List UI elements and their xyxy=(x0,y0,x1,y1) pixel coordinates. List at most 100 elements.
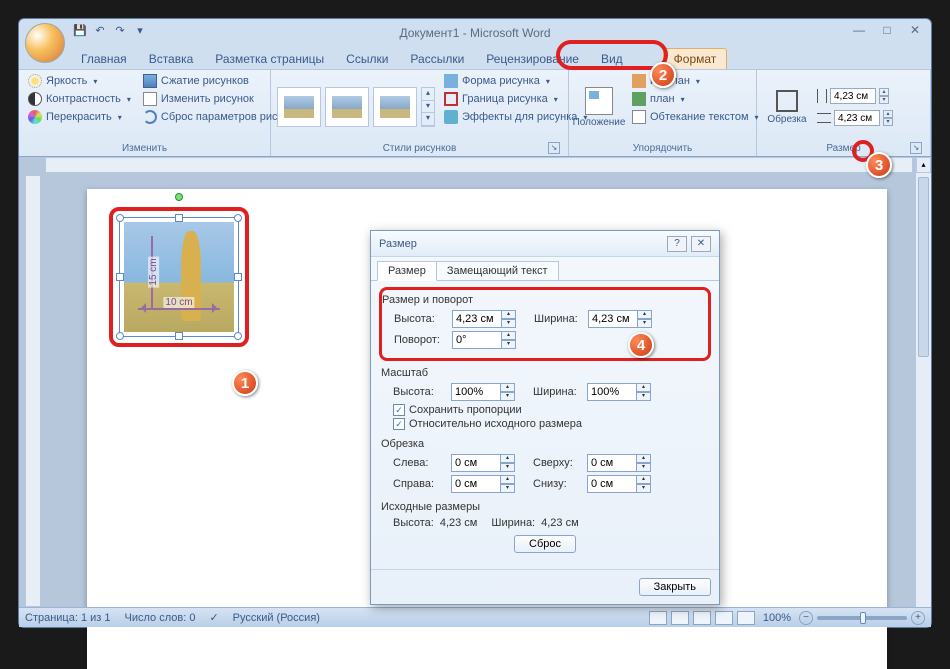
office-button[interactable] xyxy=(25,23,65,63)
minimize-button[interactable]: — xyxy=(849,23,869,39)
crop-left-field[interactable] xyxy=(451,454,501,472)
crop-left-spinner[interactable]: ▴▾ xyxy=(451,454,515,472)
crop-bottom-spinner[interactable]: ▴▾ xyxy=(587,475,651,493)
tab-references[interactable]: Ссылки xyxy=(336,49,398,69)
spinner-buttons[interactable]: ▴▾ xyxy=(883,110,893,126)
dialog-tab-alt-text[interactable]: Замещающий текст xyxy=(436,261,559,281)
zoom-slider-thumb[interactable] xyxy=(860,612,866,624)
resize-handle[interactable] xyxy=(234,332,242,340)
ruler-vertical[interactable] xyxy=(25,175,41,607)
tab-review[interactable]: Рецензирование xyxy=(476,49,589,69)
recolor-button[interactable]: Перекрасить▾ xyxy=(25,109,134,125)
style-thumb[interactable] xyxy=(277,87,321,127)
selected-image[interactable]: 10 cm 15 cm xyxy=(109,207,249,347)
crop-top-spinner[interactable]: ▴▾ xyxy=(587,454,651,472)
ribbon-group-label: Упорядочить xyxy=(575,141,750,156)
scale-group: Масштаб Высота: ▴▾ Ширина: ▴▾ ✓Сохранить… xyxy=(381,367,709,430)
tab-view[interactable]: Вид xyxy=(591,49,633,69)
style-thumb[interactable] xyxy=(373,87,417,127)
resize-handle[interactable] xyxy=(116,332,124,340)
view-draft[interactable] xyxy=(737,611,755,625)
style-thumb[interactable] xyxy=(325,87,369,127)
picture-style-gallery[interactable]: ▴▾▾ xyxy=(277,73,435,141)
close-button[interactable]: ✕ xyxy=(905,23,925,39)
scale-height-field[interactable] xyxy=(451,383,501,401)
tab-home[interactable]: Главная xyxy=(71,49,137,69)
width-spinner[interactable]: ▴▾ xyxy=(588,310,652,328)
tab-mailings[interactable]: Рассылки xyxy=(400,49,474,69)
original-size-group: Исходные размеры Высота: 4,23 см Ширина:… xyxy=(381,501,709,553)
spinner-buttons[interactable]: ▴▾ xyxy=(879,88,889,104)
redo-icon[interactable]: ↷ xyxy=(111,24,129,42)
styles-launcher[interactable]: ↘ xyxy=(548,142,560,154)
height-spinner[interactable]: ▴▾ xyxy=(452,310,516,328)
border-icon xyxy=(444,92,458,106)
resize-handle[interactable] xyxy=(175,214,183,222)
crop-right-label: Справа: xyxy=(393,478,445,490)
scale-height-spinner[interactable]: ▴▾ xyxy=(451,383,515,401)
checkbox-icon: ✓ xyxy=(393,404,405,416)
zoom-slider[interactable] xyxy=(817,616,907,620)
send-back-button[interactable]: план▾ xyxy=(629,91,762,107)
rotation-field[interactable] xyxy=(452,331,502,349)
crop-right-spinner[interactable]: ▴▾ xyxy=(451,475,515,493)
close-dialog-button[interactable]: Закрыть xyxy=(639,578,711,596)
height-input[interactable] xyxy=(830,88,876,104)
tab-insert[interactable]: Вставка xyxy=(139,49,204,69)
tab-page-layout[interactable]: Разметка страницы xyxy=(205,49,334,69)
status-page[interactable]: Страница: 1 из 1 xyxy=(25,612,111,624)
rotate-handle[interactable] xyxy=(175,193,183,201)
crop-top-field[interactable] xyxy=(587,454,637,472)
resize-handle[interactable] xyxy=(116,273,124,281)
view-web-layout[interactable] xyxy=(693,611,711,625)
save-icon[interactable]: 💾 xyxy=(71,24,89,42)
qat-more-icon[interactable]: ▾ xyxy=(131,24,149,42)
view-outline[interactable] xyxy=(715,611,733,625)
zoom-out-button[interactable]: − xyxy=(799,611,813,625)
bring-front-button[interactable]: ий план▾ xyxy=(629,73,762,89)
scroll-thumb[interactable] xyxy=(918,177,929,357)
ruler-horizontal[interactable] xyxy=(45,157,913,173)
size-launcher[interactable]: ↘ xyxy=(910,142,922,154)
width-field[interactable] xyxy=(588,310,638,328)
dialog-tab-size[interactable]: Размер xyxy=(377,261,437,281)
resize-handle[interactable] xyxy=(116,214,124,222)
rotation-spinner[interactable]: ▴▾ xyxy=(452,331,516,349)
resize-handle[interactable] xyxy=(234,214,242,222)
width-input[interactable] xyxy=(834,110,880,126)
zoom-level[interactable]: 100% xyxy=(763,612,791,624)
crop-right-field[interactable] xyxy=(451,475,501,493)
dialog-close-button[interactable]: ✕ xyxy=(691,236,711,252)
crop-button[interactable]: Обрезка xyxy=(763,73,811,141)
height-spinner[interactable]: ▴▾ xyxy=(817,88,893,104)
view-full-screen[interactable] xyxy=(671,611,689,625)
status-words[interactable]: Число слов: 0 xyxy=(125,612,196,624)
scale-width-spinner[interactable]: ▴▾ xyxy=(587,383,651,401)
resize-handle[interactable] xyxy=(175,332,183,340)
dimension-vertical: 15 cm xyxy=(144,236,158,308)
gallery-scroll[interactable]: ▴▾▾ xyxy=(421,87,435,127)
text-wrap-button[interactable]: Обтекание текстом▾ xyxy=(629,109,762,125)
height-field[interactable] xyxy=(452,310,502,328)
brightness-button[interactable]: Яркость▾ xyxy=(25,73,134,89)
undo-icon[interactable]: ↶ xyxy=(91,24,109,42)
scale-width-label: Ширина: xyxy=(533,386,581,398)
dialog-titlebar[interactable]: Размер ? ✕ xyxy=(371,231,719,257)
relative-original-checkbox[interactable]: ✓Относительно исходного размера xyxy=(393,418,709,430)
status-language[interactable]: Русский (Россия) xyxy=(233,612,320,624)
lock-aspect-checkbox[interactable]: ✓Сохранить пропорции xyxy=(393,404,709,416)
view-print-layout[interactable] xyxy=(649,611,667,625)
contrast-button[interactable]: Контрастность▾ xyxy=(25,91,134,107)
proofing-icon[interactable]: ✓ xyxy=(209,611,218,624)
scroll-up-button[interactable]: ▴ xyxy=(916,157,931,173)
reset-button[interactable]: Сброс xyxy=(514,535,576,553)
width-spinner[interactable]: ▴▾ xyxy=(817,110,893,126)
crop-bottom-field[interactable] xyxy=(587,475,637,493)
dialog-help-button[interactable]: ? xyxy=(667,236,687,252)
scale-width-field[interactable] xyxy=(587,383,637,401)
position-button[interactable]: Положение xyxy=(575,73,623,141)
vertical-scrollbar[interactable]: ▴ xyxy=(915,157,931,607)
maximize-button[interactable]: □ xyxy=(877,23,897,39)
zoom-in-button[interactable]: + xyxy=(911,611,925,625)
resize-handle[interactable] xyxy=(234,273,242,281)
